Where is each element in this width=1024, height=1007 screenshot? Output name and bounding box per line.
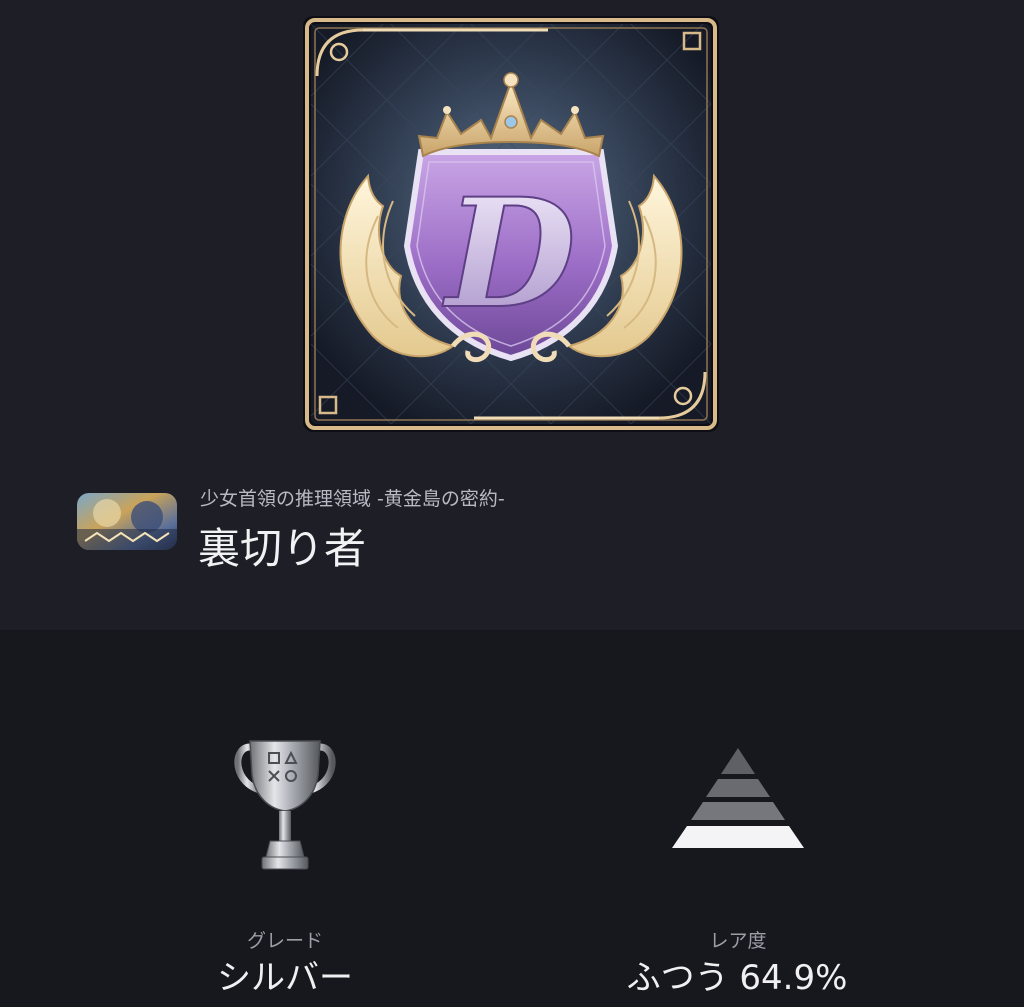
grade-value: シルバー	[217, 958, 353, 998]
rarity-pyramid-icon	[668, 748, 808, 860]
game-title: 少女首領の推理領域 -黄金島の密約-	[200, 488, 505, 510]
trophy-artwork: D	[303, 16, 719, 432]
rarity-value: ふつう 64.9%	[626, 958, 848, 998]
game-cover-icon[interactable]	[77, 493, 177, 550]
silver-trophy-icon	[230, 735, 340, 875]
game-cover-art	[77, 493, 177, 550]
rarity-label: レア度	[709, 930, 767, 952]
grade-label: グレード	[246, 930, 323, 952]
svg-text:D: D	[442, 166, 576, 342]
trophy-detail-page: D 少女首領の推理領域 -黄金島の密約- 裏切り者 グレード シルバー レア度 …	[0, 0, 1024, 1007]
trophy-name: 裏切り者	[198, 524, 367, 573]
winged-crown-crest-icon: D	[303, 16, 719, 432]
trophy-header-section: D 少女首領の推理領域 -黄金島の密約- 裏切り者	[0, 0, 1024, 630]
